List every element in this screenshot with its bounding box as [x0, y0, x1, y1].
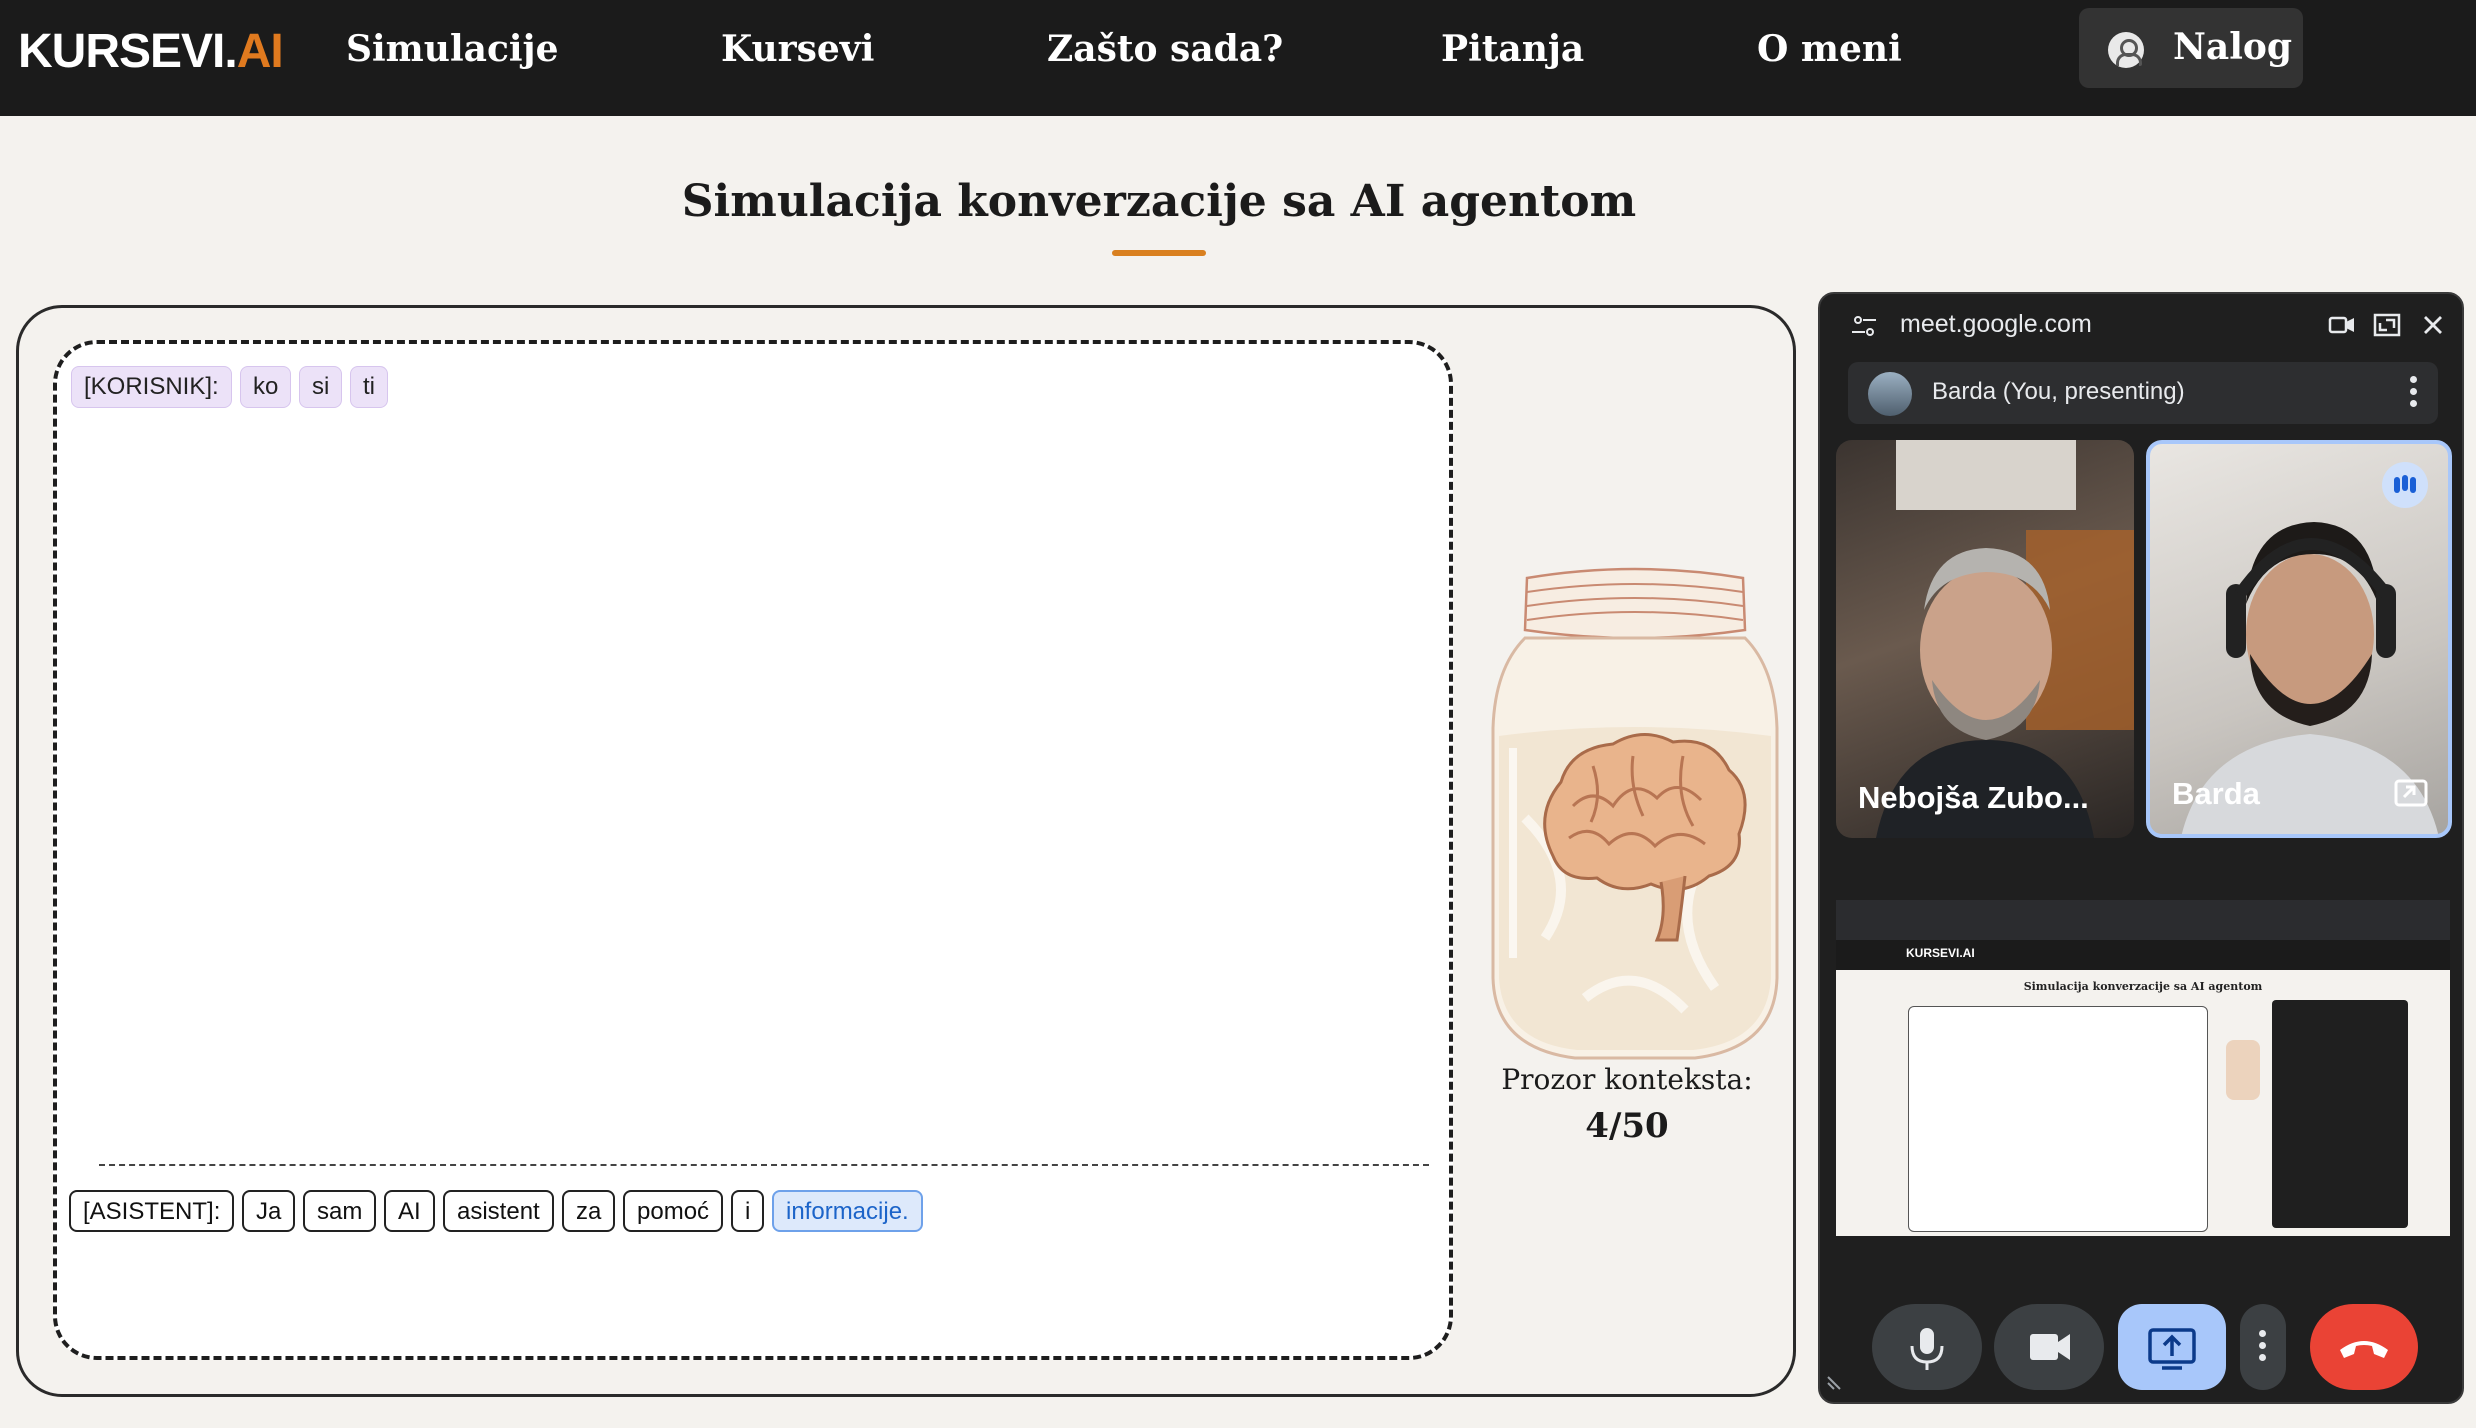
camera-icon: [2030, 1334, 2070, 1360]
preview-page: Simulacija konverzacije sa AI agentom: [1836, 970, 2450, 1236]
title-underline: [1112, 250, 1206, 256]
preview-nav: KURSEVI.AI: [1836, 940, 2450, 970]
presenting-banner[interactable]: Barda (You, presenting): [1848, 362, 2438, 424]
close-icon[interactable]: [2420, 312, 2446, 343]
context-window-value: 4/50: [1585, 1106, 1669, 1146]
participant-video: [1876, 440, 2134, 838]
camera-button[interactable]: [1994, 1304, 2104, 1390]
more-vert-icon[interactable]: [2410, 376, 2418, 412]
context-window-label: Prozor konteksta:: [1501, 1063, 1753, 1096]
assistant-token: asistent: [443, 1190, 554, 1232]
user-token: si: [299, 366, 343, 408]
assistant-role-token: [ASISTENT]:: [69, 1190, 235, 1232]
site-logo[interactable]: KURSEVI.AI: [18, 24, 284, 79]
preview-title: Simulacija konverzacije sa AI agentom: [2023, 980, 2263, 993]
more-options-button[interactable]: [2240, 1304, 2286, 1390]
end-call-icon: [2340, 1341, 2388, 1358]
end-call-button[interactable]: [2310, 1304, 2418, 1390]
person-icon: [2108, 32, 2144, 68]
participant-tile[interactable]: Nebojša Zubo...: [1836, 440, 2134, 838]
avatar: [1868, 372, 1912, 416]
top-navigation: KURSEVI.AI Simulacije Kursevi Zašto sada…: [0, 0, 2476, 116]
user-token: ko: [240, 366, 292, 408]
participant-name: Barda: [2172, 776, 2260, 811]
user-token: ti: [350, 366, 388, 408]
screen-share-preview[interactable]: KURSEVI.AI Simulacija konverzacije sa AI…: [1836, 900, 2450, 1236]
nav-link-pitanja[interactable]: Pitanja: [1441, 28, 1584, 70]
camera-window-icon[interactable]: [2328, 312, 2356, 343]
meet-titlebar: meet.google.com: [1820, 294, 2462, 356]
account-button[interactable]: Nalog: [2079, 8, 2303, 88]
resize-handle-icon[interactable]: [1826, 1369, 1848, 1396]
assistant-token: AI: [384, 1190, 435, 1232]
assistant-token-highlighted: informacije.: [772, 1190, 923, 1232]
meet-url: meet.google.com: [1900, 310, 2092, 338]
assistant-token: za: [562, 1190, 616, 1232]
preview-jar: [2226, 1040, 2260, 1100]
logo-accent-text: AI: [236, 25, 284, 78]
participant-tile-active[interactable]: Barda: [2146, 440, 2452, 838]
nav-link-zasto-sada[interactable]: Zašto sada?: [1047, 28, 1283, 70]
present-screen-button[interactable]: [2118, 1304, 2226, 1390]
presenter-label: Barda (You, presenting): [1932, 378, 2185, 405]
preview-browser-tabs: [1836, 900, 2450, 940]
mic-icon: [1910, 1328, 1944, 1370]
participant-name: Nebojša Zubo...: [1858, 780, 2089, 815]
more-vert-icon: [2259, 1330, 2267, 1366]
logo-main-text: KURSEVI.: [18, 25, 238, 78]
nav-link-simulacije[interactable]: Simulacije: [346, 28, 558, 70]
nav-link-o-meni[interactable]: O meni: [1757, 28, 1902, 70]
page-title: Simulacija konverzacije sa AI agentom: [681, 176, 1637, 227]
assistant-token: sam: [303, 1190, 377, 1232]
assistant-token: pomoć: [623, 1190, 724, 1232]
brain-jar-illustration: [1465, 558, 1805, 1068]
message-divider: [99, 1164, 1429, 1166]
conversation-box: [KORISNIK]: ko si ti [ASISTENT]: Ja sam …: [53, 340, 1453, 1360]
preview-meet-window: [2272, 1000, 2408, 1228]
expand-icon[interactable]: [2372, 310, 2402, 345]
preview-logo: KURSEVI.AI: [1906, 946, 1975, 960]
picture-in-picture-icon[interactable]: [2394, 779, 2428, 812]
assistant-token: i: [731, 1190, 765, 1232]
nav-link-kursevi[interactable]: Kursevi: [721, 28, 874, 70]
account-button-label: Nalog: [2173, 26, 2293, 68]
assistant-token: Ja: [242, 1190, 296, 1232]
meet-pip-window: meet.google.com Barda (You, presenting) …: [1818, 292, 2464, 1404]
speaking-indicator-icon: [2382, 462, 2428, 508]
user-role-token: [KORISNIK]:: [71, 366, 232, 408]
present-screen-icon: [2148, 1328, 2196, 1370]
preview-chat-box: [1908, 1006, 2208, 1232]
mic-button[interactable]: [1872, 1304, 1982, 1390]
site-settings-icon[interactable]: [1850, 312, 1878, 345]
simulation-panel: [KORISNIK]: ko si ti [ASISTENT]: Ja sam …: [16, 305, 1796, 1397]
